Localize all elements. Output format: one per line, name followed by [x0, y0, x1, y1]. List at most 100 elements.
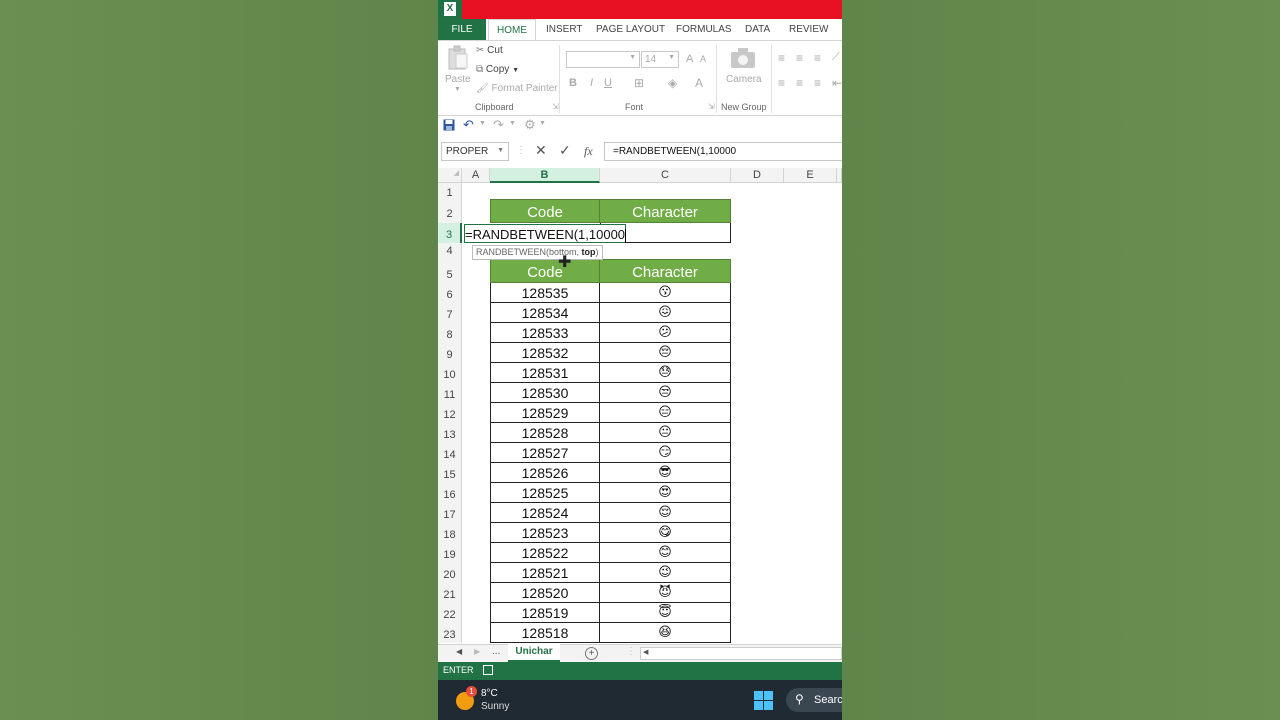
character-cell[interactable]: 😔 — [600, 343, 731, 363]
splitter-icon[interactable]: ⋮ — [516, 145, 526, 156]
orientation-icon[interactable]: ⟋ — [832, 51, 840, 64]
row-header[interactable]: 12 — [438, 403, 462, 423]
macro-record-icon[interactable] — [483, 665, 493, 675]
code-cell[interactable]: 128534 — [490, 303, 600, 323]
column-header-b[interactable]: B — [490, 168, 600, 183]
format-painter-button[interactable]: 🖌 Format Painter — [476, 83, 558, 94]
table2-code-header[interactable]: Code — [490, 259, 600, 283]
paste-label[interactable]: Paste — [445, 74, 471, 85]
gear-icon[interactable]: ⚙ — [524, 117, 536, 133]
row-header[interactable]: 3 — [438, 223, 462, 243]
code-cell[interactable]: 128526 — [490, 463, 600, 483]
character-cell[interactable]: 😓 — [600, 363, 731, 383]
copy-button[interactable]: ⧉ Copy ▼ — [476, 64, 519, 75]
row-header[interactable]: 18 — [438, 523, 462, 543]
taskbar-search[interactable]: ⚲ Search — [786, 688, 842, 712]
align-left-icon[interactable]: ≡ — [778, 76, 785, 90]
undo-icon[interactable]: ↶ — [463, 117, 474, 133]
code-cell[interactable]: 128518 — [490, 623, 600, 643]
borders-icon[interactable]: ⊞ — [634, 76, 644, 90]
more-sheets-button[interactable]: ... — [492, 646, 500, 657]
row-header[interactable]: 22 — [438, 603, 462, 623]
prev-sheet-icon[interactable]: ◀ — [456, 647, 462, 656]
code-cell[interactable]: 128521 — [490, 563, 600, 583]
cancel-icon[interactable]: ✕ — [535, 142, 547, 159]
row-header[interactable]: 17 — [438, 503, 462, 523]
save-icon[interactable] — [443, 119, 455, 131]
character-cell[interactable]: 😖 — [600, 303, 731, 323]
row-header[interactable]: 9 — [438, 343, 462, 363]
code-cell[interactable]: 128520 — [490, 583, 600, 603]
code-cell[interactable]: 128531 — [490, 363, 600, 383]
sheet-tab-unichar[interactable]: Unichar — [508, 644, 560, 662]
character-cell[interactable]: 😎 — [600, 463, 731, 483]
row-header[interactable]: 20 — [438, 563, 462, 583]
cell-edit-box[interactable]: =RANDBETWEEN(1,10000 — [464, 224, 627, 243]
align-center-icon[interactable]: ≡ — [796, 76, 803, 90]
tab-page-layout[interactable]: PAGE LAYOUT — [596, 19, 665, 40]
redo-icon[interactable]: ↷ — [493, 117, 504, 133]
scroll-left-icon[interactable]: ◀ — [643, 648, 648, 656]
select-all-corner[interactable]: ◢ — [438, 168, 462, 183]
horizontal-scrollbar[interactable]: ◀ — [640, 647, 842, 660]
code-cell[interactable]: 128530 — [490, 383, 600, 403]
row-header[interactable]: 23 — [438, 623, 462, 643]
weather-temp[interactable]: 8°C — [481, 688, 498, 699]
row-header[interactable]: 15 — [438, 463, 462, 483]
code-cell[interactable]: 128525 — [490, 483, 600, 503]
tab-file[interactable]: FILE — [438, 19, 486, 40]
column-header-f[interactable] — [837, 168, 842, 183]
column-header-e[interactable]: E — [784, 168, 837, 183]
font-size-select[interactable]: 14 ▼ — [641, 51, 679, 68]
character-cell[interactable]: 😍 — [600, 483, 731, 503]
code-cell[interactable]: 128529 — [490, 403, 600, 423]
character-cell[interactable]: 😈 — [600, 583, 731, 603]
code-cell[interactable]: 128519 — [490, 603, 600, 623]
splitter-icon[interactable]: ⋮ — [626, 646, 636, 657]
code-cell[interactable]: 128527 — [490, 443, 600, 463]
camera-icon[interactable] — [730, 47, 756, 69]
character-cell[interactable]: 😗 — [600, 283, 731, 303]
code-cell[interactable]: 128535 — [490, 283, 600, 303]
tooltip-arg[interactable]: top — [582, 247, 596, 257]
formula-input[interactable]: =RANDBETWEEN(1,10000 — [604, 142, 842, 161]
row-header[interactable]: 14 — [438, 443, 462, 463]
row-header[interactable]: 1 — [438, 183, 462, 199]
row-header[interactable]: 8 — [438, 323, 462, 343]
align-top-icon[interactable]: ≡ — [778, 51, 785, 65]
cut-button[interactable]: ✂ Cut — [476, 45, 503, 56]
align-middle-icon[interactable]: ≡ — [796, 51, 803, 65]
redo-dropdown-icon[interactable]: ▼ — [509, 120, 516, 127]
row-header[interactable]: 7 — [438, 303, 462, 323]
font-color-button[interactable]: A — [695, 76, 703, 90]
table2-character-header[interactable]: Character — [599, 259, 731, 283]
character-cell[interactable]: 😐 — [600, 423, 731, 443]
column-header-c[interactable]: C — [600, 168, 731, 183]
align-right-icon[interactable]: ≡ — [814, 76, 821, 90]
underline-button[interactable]: U — [604, 77, 612, 89]
row-header[interactable]: 4 — [438, 243, 462, 259]
clipboard-launcher-icon[interactable]: ⇲ — [552, 102, 559, 111]
weather-condition[interactable]: Sunny — [481, 701, 509, 712]
tab-review[interactable]: REVIEW — [789, 19, 828, 40]
character-cell[interactable]: 😋 — [600, 523, 731, 543]
character-cell[interactable]: 😑 — [600, 403, 731, 423]
font-launcher-icon[interactable]: ⇲ — [708, 102, 715, 111]
enter-check-icon[interactable]: ✓ — [559, 142, 571, 159]
insert-function-button[interactable]: fx — [584, 144, 593, 159]
indent-icon[interactable]: ⇤ — [832, 76, 842, 90]
tab-formulas[interactable]: FORMULAS — [676, 19, 732, 40]
character-cell[interactable]: 😊 — [600, 543, 731, 563]
next-sheet-icon[interactable]: ▶ — [474, 647, 480, 656]
fill-color-icon[interactable]: ◈ — [668, 76, 677, 90]
font-name-select[interactable]: ▼ — [566, 51, 640, 68]
windows-start-icon[interactable] — [754, 691, 773, 710]
column-header-a[interactable]: A — [462, 168, 490, 183]
code-cell[interactable]: 128523 — [490, 523, 600, 543]
row-header[interactable]: 10 — [438, 363, 462, 383]
tab-data[interactable]: DATA — [745, 19, 770, 40]
row-header[interactable]: 21 — [438, 583, 462, 603]
add-sheet-icon[interactable]: + — [585, 647, 598, 660]
name-box[interactable]: PROPER ▼ — [441, 142, 509, 161]
camera-label[interactable]: Camera — [726, 74, 762, 85]
